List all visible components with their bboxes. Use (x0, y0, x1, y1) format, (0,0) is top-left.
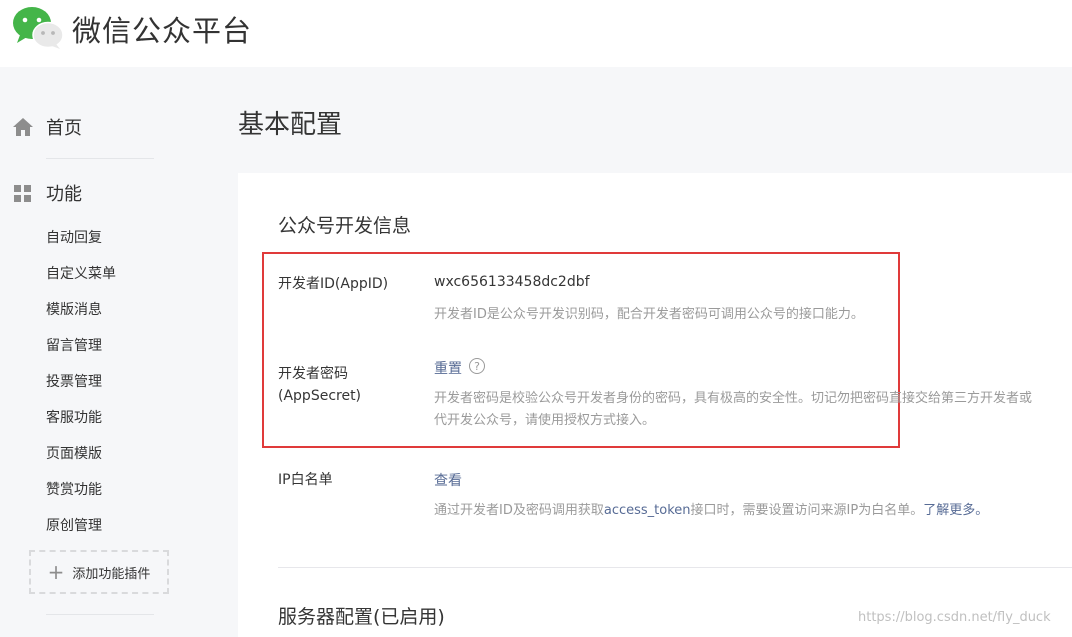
appsecret-label-line1: 开发者密码 (278, 366, 348, 382)
ip-tip-suffix: 接口时，需要设置访问来源IP为白名单。 (690, 503, 924, 518)
appsecret-tip-line2: 代开发公众号，请使用授权方式接入。 (434, 413, 656, 428)
sidebar-item-template-message[interactable]: 模版消息 (46, 299, 102, 319)
section-divider (278, 567, 1072, 568)
sidebar-item-functions[interactable]: 功能 (12, 178, 82, 208)
sidebar-item-original-management[interactable]: 原创管理 (46, 515, 102, 535)
appsecret-tip-line1: 开发者密码是校验公众号开发者身份的密码，具有极高的安全性。切记勿把密码直接交给第… (434, 391, 1033, 406)
sidebar-divider (46, 158, 154, 159)
view-ip-whitelist-link[interactable]: 查看 (434, 470, 462, 490)
wechat-logo-icon[interactable] (12, 6, 64, 50)
watermark: https://blog.csdn.net/fly_duck (858, 610, 1051, 625)
sidebar-item-custom-menu[interactable]: 自定义菜单 (46, 263, 116, 283)
sidebar-item-customer-service[interactable]: 客服功能 (46, 407, 102, 427)
ip-tip-prefix: 通过开发者ID及密码调用获取 (434, 503, 604, 518)
sidebar-item-comment-management[interactable]: 留言管理 (46, 335, 102, 355)
help-icon[interactable]: ? (469, 358, 485, 374)
grid-icon (14, 185, 31, 202)
ip-whitelist-label: IP白名单 (278, 472, 333, 488)
appsecret-label-line2: (AppSecret) (278, 388, 362, 404)
ip-whitelist-tip: 通过开发者ID及密码调用获取access_token接口时，需要设置访问来源IP… (434, 500, 988, 522)
server-config-title: 服务器配置(已启用) (278, 606, 445, 628)
add-plugin-label: 添加功能插件 (72, 566, 151, 582)
sidebar-item-appreciation[interactable]: 赞赏功能 (46, 479, 102, 499)
sidebar-divider-bottom (46, 614, 154, 615)
top-bar: 微信公众平台 (0, 0, 1072, 67)
add-plugin-button[interactable]: + 添加功能插件 (29, 550, 169, 594)
sidebar-item-vote-management[interactable]: 投票管理 (46, 371, 102, 391)
reset-secret-link[interactable]: 重置 (434, 358, 462, 378)
sidebar-functions-label: 功能 (46, 184, 82, 205)
page-title: 基本配置 (238, 110, 343, 140)
sidebar-item-page-template[interactable]: 页面模版 (46, 443, 102, 463)
dev-info-title: 公众号开发信息 (278, 215, 412, 237)
sidebar-item-auto-reply[interactable]: 自动回复 (46, 227, 102, 247)
appid-label: 开发者ID(AppID) (278, 276, 389, 292)
home-icon (13, 118, 33, 136)
plus-icon: + (47, 560, 65, 584)
sidebar-home-label: 首页 (46, 118, 82, 139)
learn-more-link[interactable]: 了解更多。 (923, 503, 988, 518)
brand-title[interactable]: 微信公众平台 (72, 8, 252, 50)
appid-value: wxc656133458dc2dbf (434, 274, 590, 290)
access-token-link[interactable]: access_token (604, 503, 691, 518)
appid-tip: 开发者ID是公众号开发识别码，配合开发者密码可调用公众号的接口能力。 (434, 307, 864, 322)
sidebar-item-home[interactable]: 首页 (12, 112, 82, 142)
